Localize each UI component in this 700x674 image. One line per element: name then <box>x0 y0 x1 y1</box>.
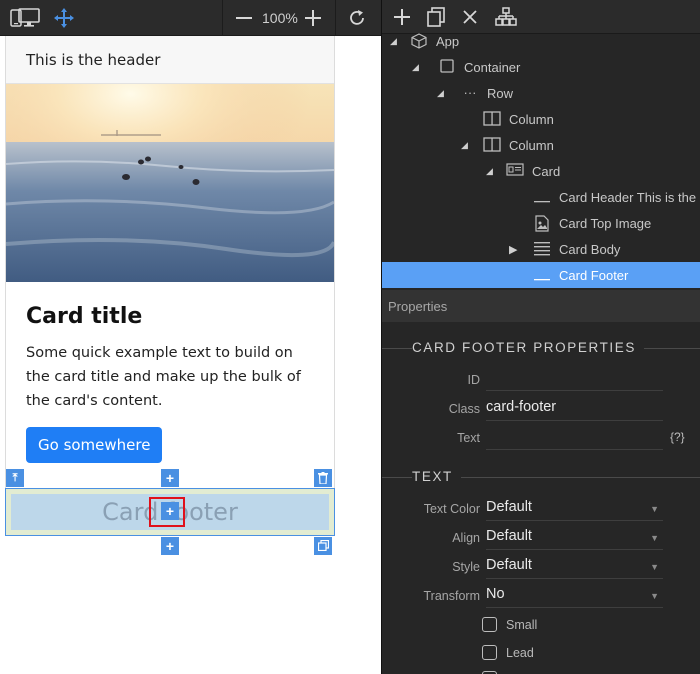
card-text: Some quick example text to build on the … <box>26 345 301 409</box>
card-title: Card title <box>26 304 143 329</box>
image-icon <box>533 215 551 232</box>
tree-item-label: Card Footer <box>559 267 629 283</box>
small-label: Small <box>506 617 538 632</box>
collapsed-caret-icon[interactable]: ▶ <box>509 243 523 256</box>
go-somewhere-button[interactable]: Go somewhere <box>26 427 163 463</box>
card-top-image[interactable] <box>6 84 334 282</box>
underline-icon <box>533 189 551 205</box>
expanded-caret-icon[interactable]: ◢ <box>486 166 496 177</box>
tree-item-column[interactable]: Column <box>382 106 700 132</box>
tree-item-label: App <box>436 33 460 49</box>
small-checkbox-row[interactable]: Small <box>482 617 537 632</box>
select-parent-icon[interactable]: ⤒ <box>6 469 24 487</box>
tree-item-column[interactable]: ◢ Column <box>382 132 700 158</box>
properties-header: Properties <box>382 290 700 322</box>
text-color-label: Text Color <box>423 502 480 516</box>
hierarchy-icon[interactable] <box>494 5 518 29</box>
dropdown-arrow-icon: ▼ <box>650 562 659 572</box>
transform-value: No <box>486 586 505 602</box>
tree-item-app[interactable]: ◢ App <box>382 28 700 54</box>
card-icon <box>506 163 524 179</box>
dropdown-arrow-icon: ▼ <box>650 504 659 514</box>
tree-item-label: Row <box>487 85 514 101</box>
transform-select[interactable]: No ▼ <box>486 584 663 608</box>
cube-icon <box>410 33 428 49</box>
small-checkbox[interactable] <box>482 617 497 632</box>
align-select[interactable]: Default ▼ <box>486 526 663 550</box>
zoom-in-icon[interactable] <box>301 6 325 30</box>
tree-item-card-top-image[interactable]: Card Top Image <box>382 210 700 236</box>
text-label: Text <box>457 431 480 445</box>
move-icon[interactable] <box>52 6 76 30</box>
highlight-box <box>149 497 185 527</box>
add-after-icon[interactable]: + <box>161 537 179 555</box>
preview-toolbar: 100% <box>0 0 381 36</box>
zoom-out-icon[interactable] <box>232 6 256 30</box>
tree-item-label: Column <box>509 111 554 127</box>
tree-item-card[interactable]: ◢ Card <box>382 158 700 184</box>
delete-icon[interactable] <box>314 469 332 487</box>
tree-item-container[interactable]: ◢ Container <box>382 54 700 80</box>
tree-item-label: Card Top Image <box>559 215 652 231</box>
tree-item-card-footer[interactable]: Card Footer <box>382 262 700 288</box>
lead-label: Lead <box>506 645 534 660</box>
text-field[interactable] <box>486 426 663 450</box>
id-label: ID <box>467 373 481 387</box>
dropdown-arrow-icon: ▼ <box>650 591 659 601</box>
card-body[interactable]: Card title Some quick example text to bu… <box>6 282 334 485</box>
id-field[interactable] <box>486 367 663 391</box>
tree-item-row[interactable]: ◢ ··· Row <box>382 80 700 106</box>
duplicate-icon[interactable] <box>314 537 332 555</box>
section-title: CARD FOOTER PROPERTIES <box>412 340 644 355</box>
card[interactable]: This is the header Card title Some quick… <box>5 36 335 536</box>
desktop-icon[interactable] <box>17 6 41 30</box>
class-label: Class <box>448 402 480 416</box>
zoom-level: 100% <box>262 10 298 26</box>
expanded-caret-icon[interactable]: ◢ <box>437 88 447 99</box>
add-before-icon[interactable]: + <box>161 469 179 487</box>
style-select[interactable]: Default ▼ <box>486 555 663 579</box>
inspector-pane: ◢ App ◢ Container ◢ ··· Row Column ◢ Col… <box>381 0 700 674</box>
align-value: Default <box>486 528 532 544</box>
ellipsis-icon: ··· <box>463 85 477 100</box>
tree-item-card-body[interactable]: ▶ Card Body <box>382 236 700 262</box>
class-field[interactable]: card-footer <box>486 397 663 421</box>
expanded-caret-icon[interactable]: ◢ <box>461 140 471 151</box>
tree-item-label: Card Body <box>559 241 621 257</box>
style-value: Default <box>486 557 532 573</box>
text-color-select[interactable]: Default ▼ <box>486 497 663 521</box>
align-label: Align <box>452 531 480 545</box>
tree-item-label: Card <box>532 163 561 179</box>
expanded-caret-icon[interactable]: ◢ <box>390 36 400 47</box>
tree-item-label: Card Header This is the h <box>559 189 700 205</box>
expanded-caret-icon[interactable]: ◢ <box>412 62 422 73</box>
text-section-title: TEXT <box>412 469 461 484</box>
dynamic-text-button[interactable]: {?} <box>670 430 685 444</box>
underline-icon <box>533 267 551 283</box>
text-color-value: Default <box>486 499 532 515</box>
refresh-icon[interactable] <box>345 6 369 30</box>
style-label: Style <box>452 560 480 574</box>
card-header[interactable]: This is the header <box>6 36 334 84</box>
transform-label: Transform <box>423 589 481 603</box>
add-icon[interactable] <box>390 5 414 29</box>
lead-checkbox-row[interactable]: Lead <box>482 645 534 660</box>
preview-canvas: This is the header Card title Some quick… <box>0 36 381 674</box>
tree-item-label: Container <box>464 59 521 75</box>
lines-icon <box>533 241 551 257</box>
dropdown-arrow-icon: ▼ <box>650 533 659 543</box>
duplicate-icon[interactable] <box>424 5 448 29</box>
square-icon <box>438 59 456 75</box>
tree-item-card-header[interactable]: Card Header This is the h <box>382 184 700 210</box>
column-icon <box>483 137 501 153</box>
column-icon <box>483 111 501 127</box>
lead-checkbox[interactable] <box>482 645 497 660</box>
close-icon[interactable] <box>458 5 482 29</box>
tree-item-label: Column <box>509 137 554 153</box>
preview-pane: 100% This is the header Card title Some … <box>0 0 381 674</box>
component-tree: ◢ App ◢ Container ◢ ··· Row Column ◢ Col… <box>382 33 700 290</box>
